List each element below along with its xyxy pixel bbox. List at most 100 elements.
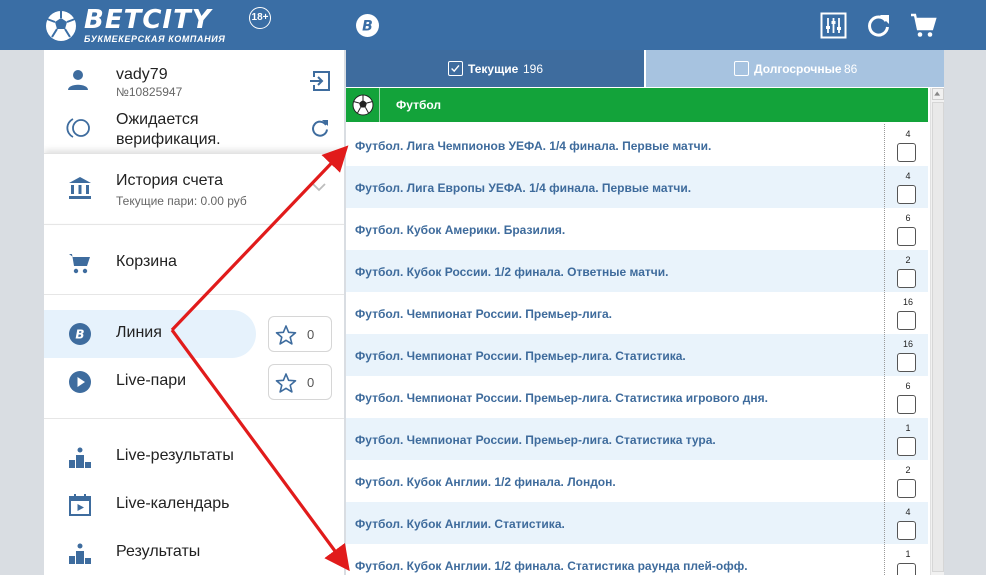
championship-row[interactable]: Футбол. Кубок Англии. 1/2 финала. Статис… bbox=[346, 544, 928, 575]
sidebar-item-cart[interactable]: Корзина bbox=[44, 239, 344, 287]
account-history[interactable]: История счета Текущие пари: 0.00 руб bbox=[44, 153, 344, 223]
tab-current[interactable]: Текущие 196 bbox=[346, 50, 644, 87]
betcity-b-icon: B bbox=[69, 323, 91, 345]
row-checkbox[interactable] bbox=[897, 395, 916, 414]
cart-icon[interactable] bbox=[910, 12, 937, 39]
championship-row[interactable]: Футбол. Кубок Америки. Бразилия. 6 bbox=[346, 208, 928, 250]
row-checkbox[interactable] bbox=[897, 185, 916, 204]
verification-status: Ожидается верификация. bbox=[116, 111, 221, 148]
checkbox-checked-icon bbox=[448, 61, 463, 76]
bank-icon bbox=[69, 177, 91, 199]
main-content: Текущие 196 Долгосрочные 86 Футбол Футбо… bbox=[346, 50, 944, 575]
cart-icon bbox=[69, 254, 90, 274]
row-checkbox[interactable] bbox=[897, 437, 916, 456]
tab-label: Долгосрочные bbox=[754, 62, 842, 76]
row-checkbox[interactable] bbox=[897, 563, 916, 575]
svg-text:B: B bbox=[75, 328, 84, 342]
logout-icon[interactable] bbox=[309, 70, 331, 92]
row-checkbox[interactable] bbox=[897, 143, 916, 162]
event-count: 4 bbox=[905, 171, 911, 181]
checkbox-icon bbox=[734, 61, 749, 76]
divider bbox=[44, 294, 344, 295]
star-icon bbox=[275, 325, 297, 345]
sidebar-item-label: Live-календарь bbox=[116, 495, 230, 512]
scroll-up-arrow-icon[interactable] bbox=[932, 88, 944, 100]
event-count: 1 bbox=[905, 549, 911, 559]
championship-name[interactable]: Футбол. Кубок Англии. Статистика. bbox=[355, 517, 565, 531]
row-checkbox[interactable] bbox=[897, 479, 916, 498]
event-count: 1 bbox=[905, 423, 911, 433]
championship-row[interactable]: Футбол. Кубок Англии. Статистика. 4 bbox=[346, 502, 928, 544]
divider bbox=[44, 224, 344, 225]
tab-count: 86 bbox=[844, 62, 858, 76]
left-sidebar: vady79 №10825947 Ожидается верификация. … bbox=[44, 50, 344, 575]
row-checkbox[interactable] bbox=[897, 311, 916, 330]
logo-subtitle: БУКМЕКЕРСКАЯ КОМПАНИЯ bbox=[84, 34, 226, 44]
age-badge: 18+ bbox=[249, 7, 271, 29]
podium-icon bbox=[69, 543, 91, 564]
sidebar-item-label: Live-результаты bbox=[116, 447, 234, 464]
refresh-icon[interactable] bbox=[865, 12, 892, 39]
championship-name[interactable]: Футбол. Чемпионат России. Премьер-лига. bbox=[355, 307, 612, 321]
row-checkbox[interactable] bbox=[897, 521, 916, 540]
sidebar-item-live-calendar[interactable]: Live-календарь bbox=[44, 481, 344, 529]
tab-count: 196 bbox=[523, 62, 544, 76]
championship-row[interactable]: Футбол. Лига Европы УЕФА. 1/4 финала. Пе… bbox=[346, 166, 928, 208]
championship-name[interactable]: Футбол. Кубок России. 1/2 финала. Ответн… bbox=[355, 265, 668, 279]
event-count: 16 bbox=[902, 297, 913, 307]
username: vady79 bbox=[116, 66, 168, 83]
betcity-logo[interactable]: BETCITY БУКМЕКЕРСКАЯ КОМПАНИЯ 18+ bbox=[44, 5, 274, 44]
championship-name[interactable]: Футбол. Кубок Англии. 1/2 финала. Статис… bbox=[355, 559, 748, 573]
divider bbox=[44, 418, 344, 419]
betcity-b-icon[interactable]: B bbox=[355, 13, 380, 38]
championship-row[interactable]: Футбол. Чемпионат России. Премьер-лига. … bbox=[346, 376, 928, 418]
soccer-ball-icon bbox=[346, 88, 380, 122]
row-checkbox[interactable] bbox=[897, 269, 916, 288]
event-count: 2 bbox=[905, 465, 911, 475]
row-checkbox[interactable] bbox=[897, 227, 916, 246]
championship-name[interactable]: Футбол. Лига Европы УЕФА. 1/4 финала. Пе… bbox=[355, 181, 691, 195]
championship-name[interactable]: Футбол. Чемпионат России. Премьер-лига. … bbox=[355, 349, 686, 363]
favorites-count: 0 bbox=[307, 375, 315, 390]
championship-row[interactable]: Футбол. Чемпионат России. Премьер-лига. … bbox=[346, 418, 928, 460]
current-bets-amount: Текущие пари: 0.00 руб bbox=[116, 194, 247, 208]
championship-name[interactable]: Футбол. Чемпионат России. Премьер-лига. … bbox=[355, 433, 716, 447]
event-count: 4 bbox=[905, 129, 911, 139]
event-count: 6 bbox=[905, 213, 911, 223]
sidebar-item-label: Live-пари bbox=[116, 372, 187, 389]
podium-icon bbox=[69, 447, 91, 468]
championship-row[interactable]: Футбол. Чемпионат России. Премьер-лига. … bbox=[346, 334, 928, 376]
championship-row[interactable]: Футбол. Кубок России. 1/2 финала. Ответн… bbox=[346, 250, 928, 292]
sidebar-item-label: Результаты bbox=[116, 543, 201, 560]
championship-name[interactable]: Футбол. Лига Чемпионов УЕФА. 1/4 финала.… bbox=[355, 139, 711, 153]
championship-row[interactable]: Футбол. Кубок Англии. 1/2 финала. Лондон… bbox=[346, 460, 928, 502]
sidebar-item-live-results[interactable]: Live-результаты bbox=[44, 433, 344, 481]
sport-label: Футбол bbox=[396, 98, 442, 112]
sidebar-item-results[interactable]: Результаты bbox=[44, 529, 344, 575]
top-header: BETCITY БУКМЕКЕРСКАЯ КОМПАНИЯ 18+ B bbox=[0, 0, 986, 50]
refresh-verification-icon[interactable] bbox=[310, 118, 330, 138]
tab-label: Текущие bbox=[468, 62, 519, 76]
scrollbar[interactable] bbox=[930, 88, 944, 575]
championship-name[interactable]: Футбол. Кубок Англии. 1/2 финала. Лондон… bbox=[355, 475, 616, 489]
chevron-down-icon[interactable] bbox=[312, 182, 326, 192]
tab-long-term[interactable]: Долгосрочные 86 bbox=[646, 50, 944, 87]
event-count: 2 bbox=[905, 255, 911, 265]
championship-name[interactable]: Футбол. Чемпионат России. Премьер-лига. … bbox=[355, 391, 768, 405]
championship-row[interactable]: Футбол. Чемпионат России. Премьер-лига. … bbox=[346, 292, 928, 334]
line-favorites-button[interactable]: 0 bbox=[268, 316, 332, 352]
scroll-thumb[interactable] bbox=[932, 102, 944, 572]
user-avatar-icon bbox=[68, 70, 88, 90]
championship-list: Футбол. Лига Чемпионов УЕФА. 1/4 финала.… bbox=[346, 124, 928, 575]
settings-sliders-icon[interactable] bbox=[820, 12, 847, 39]
count-column-divider bbox=[884, 124, 885, 575]
live-favorites-button[interactable]: 0 bbox=[268, 364, 332, 400]
row-checkbox[interactable] bbox=[897, 353, 916, 372]
championship-name[interactable]: Футбол. Кубок Америки. Бразилия. bbox=[355, 223, 565, 237]
favorites-count: 0 bbox=[307, 327, 315, 342]
user-block: vady79 №10825947 Ожидается верификация. bbox=[44, 50, 344, 153]
play-icon bbox=[69, 371, 91, 393]
svg-text:B: B bbox=[362, 19, 373, 35]
sport-header-football[interactable]: Футбол bbox=[346, 88, 928, 122]
championship-row[interactable]: Футбол. Лига Чемпионов УЕФА. 1/4 финала.… bbox=[346, 124, 928, 166]
